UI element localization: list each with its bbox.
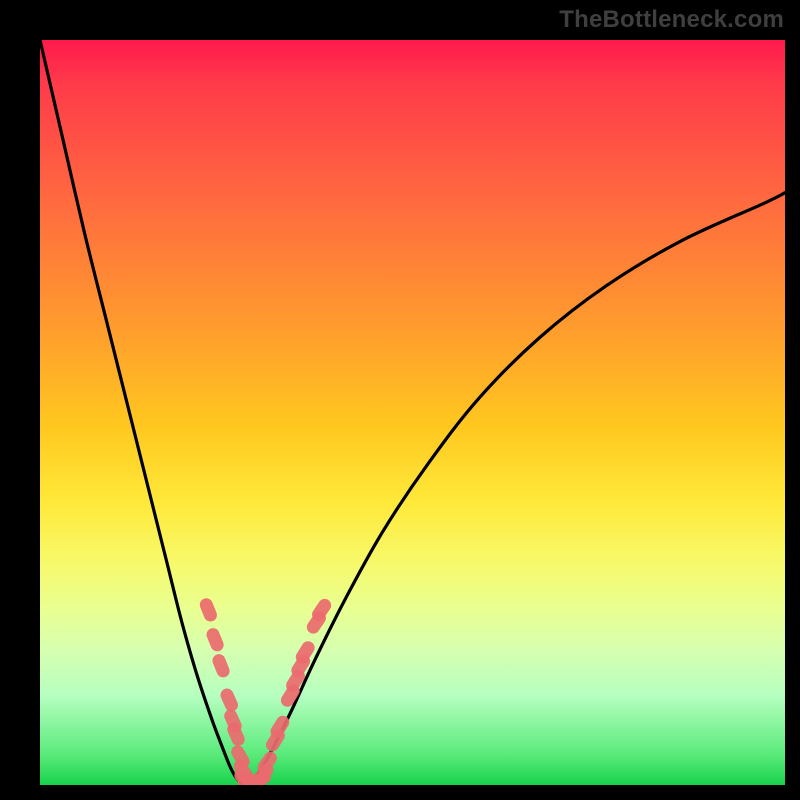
highlight-marker: [205, 626, 226, 653]
highlight-marker: [198, 596, 219, 623]
marker-layer: [198, 596, 334, 785]
chart-svg: [40, 40, 785, 785]
highlight-marker: [211, 652, 232, 679]
curve-layer: [40, 40, 785, 785]
plot-area: [40, 40, 785, 785]
watermark-text: TheBottleneck.com: [559, 6, 784, 34]
series-curve-right: [245, 193, 785, 785]
series-curve-left: [40, 40, 245, 785]
chart-frame: TheBottleneck.com: [0, 0, 800, 800]
